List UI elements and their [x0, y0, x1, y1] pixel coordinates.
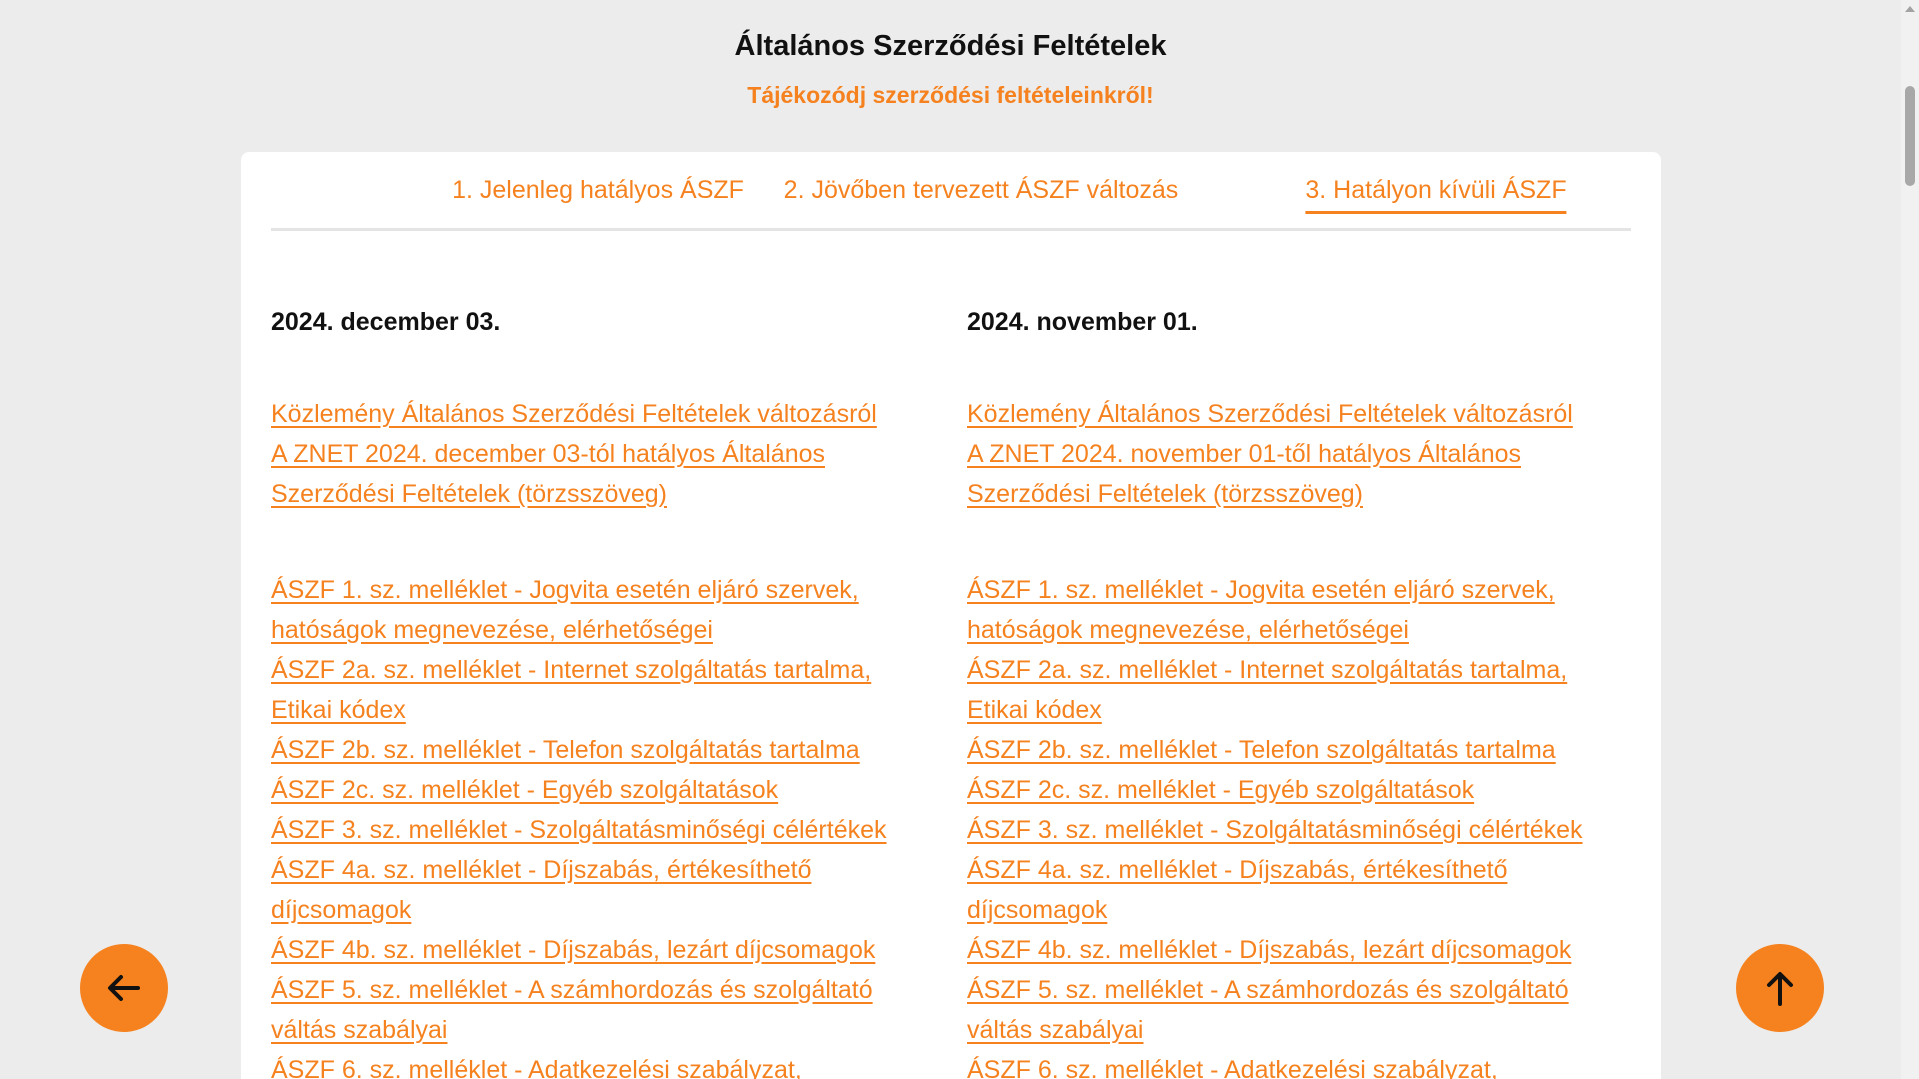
annex-link[interactable]: ÁSZF 2a. sz. melléklet - Internet szolgá…: [967, 650, 1587, 730]
column-date: 2024. december 03.: [271, 308, 501, 336]
annex-link[interactable]: ÁSZF 3. sz. melléklet - Szolgáltatásminő…: [967, 810, 1587, 850]
column-december: 2024. december 03. Közlemény Általános S…: [271, 302, 891, 1079]
annex-link[interactable]: ÁSZF 5. sz. melléklet - A számhordozás é…: [271, 970, 891, 1050]
annex-link[interactable]: ÁSZF 4a. sz. melléklet - Díjszabás, érté…: [967, 850, 1587, 930]
main-terms-link[interactable]: A ZNET 2024. november 01-től hatályos Ál…: [967, 434, 1587, 514]
annex-link[interactable]: ÁSZF 4a. sz. melléklet - Díjszabás, érté…: [271, 850, 891, 930]
annex-link[interactable]: ÁSZF 6. sz. melléklet - Adatkezelési sza…: [271, 1050, 891, 1079]
scrollbar-thumb[interactable]: [1905, 86, 1915, 186]
annex-link[interactable]: ÁSZF 3. sz. melléklet - Szolgáltatásminő…: [271, 810, 891, 850]
page: Általános Szerződési Feltételek Tájékozó…: [0, 0, 1901, 1079]
annex-link[interactable]: ÁSZF 1. sz. melléklet - Jogvita esetén e…: [271, 570, 891, 650]
annex-link[interactable]: ÁSZF 4b. sz. melléklet - Díjszabás, lezá…: [271, 930, 891, 970]
tab-planned-changes[interactable]: 2. Jövőben tervezett ÁSZF változás: [784, 176, 1179, 211]
annex-link[interactable]: ÁSZF 1. sz. melléklet - Jogvita esetén e…: [967, 570, 1587, 650]
page-subtitle: Tájékozódj szerződési feltételeinkről!: [747, 82, 1154, 108]
page-title: Általános Szerződési Feltételek: [734, 30, 1167, 62]
tab-current-terms[interactable]: 1. Jelenleg hatályos ÁSZF: [452, 176, 744, 211]
arrow-left-icon: [108, 975, 140, 1001]
content-card: 1. Jelenleg hatályos ÁSZF 2. Jövőben ter…: [241, 152, 1661, 1079]
annex-link[interactable]: ÁSZF 5. sz. melléklet - A számhordozás é…: [967, 970, 1587, 1050]
page-scrollbar[interactable]: [1901, 0, 1919, 1079]
tab-bar: 1. Jelenleg hatályos ÁSZF 2. Jövőben ter…: [271, 152, 1631, 231]
tab-expired-terms[interactable]: 3. Hatályon kívüli ÁSZF: [1305, 176, 1567, 214]
arrow-up-icon: [1767, 972, 1793, 1006]
main-terms-link[interactable]: A ZNET 2024. december 03-tól hatályos Ál…: [271, 434, 891, 514]
notice-link[interactable]: Közlemény Általános Szerződési Feltétele…: [271, 394, 891, 434]
annex-link[interactable]: ÁSZF 2b. sz. melléklet - Telefon szolgál…: [271, 730, 891, 770]
annex-link[interactable]: ÁSZF 2c. sz. melléklet - Egyéb szolgálta…: [271, 770, 891, 810]
annex-link[interactable]: ÁSZF 2a. sz. melléklet - Internet szolgá…: [271, 650, 891, 730]
notice-link[interactable]: Közlemény Általános Szerződési Feltétele…: [967, 394, 1587, 434]
annex-link[interactable]: ÁSZF 6. sz. melléklet - Adatkezelési sza…: [967, 1050, 1587, 1079]
annex-link[interactable]: ÁSZF 4b. sz. melléklet - Díjszabás, lezá…: [967, 930, 1587, 970]
back-button[interactable]: [80, 944, 168, 1032]
annex-link[interactable]: ÁSZF 2c. sz. melléklet - Egyéb szolgálta…: [967, 770, 1587, 810]
scroll-to-top-button[interactable]: [1736, 944, 1824, 1032]
column-november: 2024. november 01. Közlemény Általános S…: [967, 302, 1587, 1079]
annex-link[interactable]: ÁSZF 2b. sz. melléklet - Telefon szolgál…: [967, 730, 1587, 770]
scroll-up-arrow-icon[interactable]: [1905, 6, 1915, 12]
column-date: 2024. november 01.: [967, 308, 1198, 336]
